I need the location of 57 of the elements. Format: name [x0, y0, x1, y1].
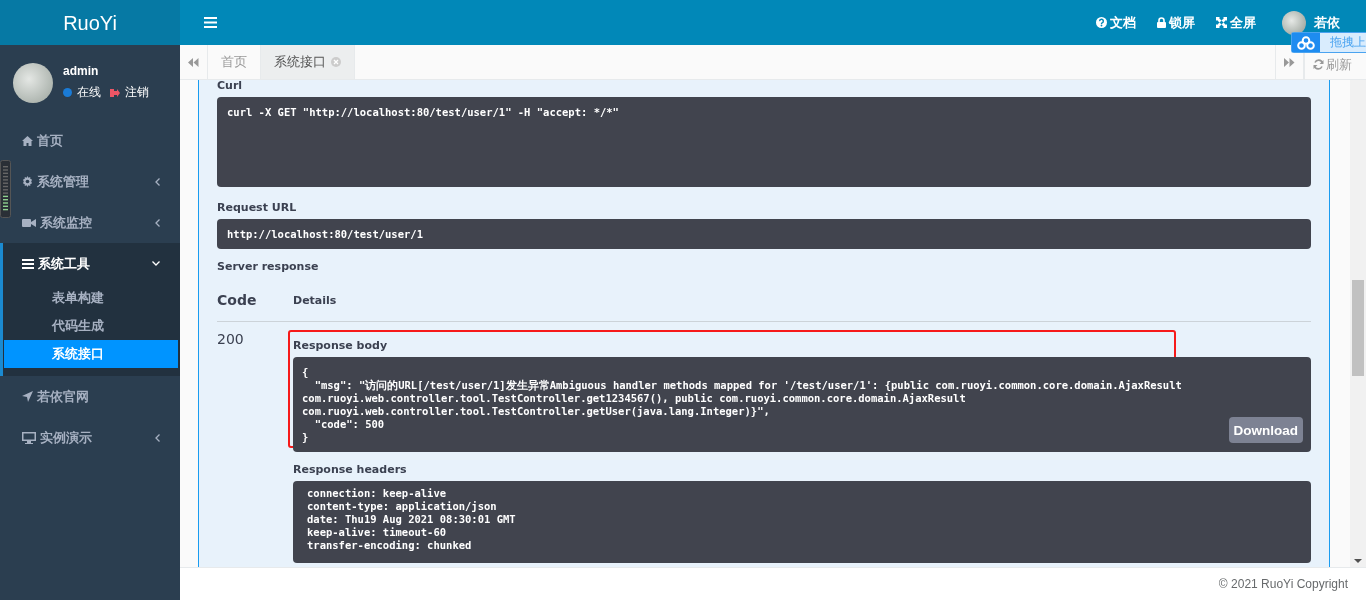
chevron-down-icon — [152, 261, 160, 266]
logo-text: RuoYi — [63, 10, 117, 35]
menu-item[interactable]: 系统工具 — [15, 243, 180, 284]
menu-item[interactable]: 若依官网 — [12, 376, 180, 417]
menu-item[interactable]: 系统监控 — [12, 202, 180, 243]
double-right-icon — [1284, 57, 1295, 67]
menu-item[interactable]: 实例演示 — [12, 417, 180, 458]
tab[interactable]: 系统接口 — [261, 45, 355, 79]
refresh-icon — [1313, 59, 1324, 70]
lock-icon — [1157, 17, 1166, 28]
code-block: http://localhost:80/test/user/1 — [217, 219, 1311, 249]
refresh-button[interactable]: 刷新 — [1313, 55, 1352, 74]
section-label: Server response — [217, 260, 319, 273]
logout-link[interactable]: 注销 — [125, 84, 149, 101]
submenu-item[interactable]: 代码生成 — [4, 312, 178, 340]
side-handle-icon[interactable] — [0, 160, 11, 218]
menu-item[interactable]: 系统管理 — [12, 161, 180, 202]
avatar[interactable] — [1282, 10, 1306, 35]
section-label: Request URL — [217, 201, 297, 214]
response-code: 200 — [217, 331, 244, 349]
column-header: Code — [217, 292, 257, 308]
menu-item[interactable]: 首页 — [12, 120, 180, 161]
close-icon[interactable] — [331, 57, 341, 67]
settings-icon — [22, 176, 33, 187]
status-text: 在线 — [77, 84, 101, 101]
code-block: connection: keep-alive content-type: application/json date: Thu19 Aug 2021 08:30:01 GMT keep-alive: timeout-60 transfer-encoding: chunked — [293, 481, 1311, 563]
cloud-icon — [1297, 35, 1315, 50]
double-left-icon — [188, 57, 199, 67]
scroll-right-button[interactable] — [1275, 45, 1304, 79]
monitor-icon — [22, 431, 36, 444]
column-header: Details — [293, 293, 337, 307]
menu-icon — [22, 258, 34, 269]
chevron-left-icon — [155, 433, 160, 442]
avatar — [13, 62, 53, 103]
menu-icon[interactable] — [204, 17, 217, 28]
header-link[interactable]: 全屏 — [1230, 13, 1256, 32]
fullscreen-icon — [1216, 17, 1227, 28]
section-label: Response headers — [293, 463, 407, 476]
submenu-item[interactable]: 系统接口 — [4, 340, 178, 368]
user-name[interactable]: 若依 — [1314, 13, 1340, 32]
video-camera-icon — [22, 217, 36, 228]
online-dot-icon — [63, 88, 72, 97]
header-link[interactable]: 锁屏 — [1169, 13, 1195, 32]
header-link[interactable]: 文档 — [1110, 13, 1136, 32]
submenu-item[interactable]: 表单构建 — [4, 284, 178, 312]
user-name: admin — [63, 64, 100, 78]
chevron-left-icon — [155, 177, 160, 186]
chevron-left-icon — [155, 218, 160, 227]
copyright-text: © 2021 RuoYi Copyright — [1218, 577, 1348, 591]
help-icon — [1096, 17, 1107, 28]
paper-plane-icon — [22, 391, 33, 402]
download-button[interactable]: Download — [1228, 417, 1303, 443]
logout-icon — [110, 87, 120, 98]
home-icon — [22, 135, 33, 146]
code-block: curl -X GET "http://localhost:80/test/user/1" -H "accept: */*" — [217, 97, 1311, 187]
section-label: Curl — [217, 80, 243, 92]
section-label: Response body — [293, 339, 388, 352]
